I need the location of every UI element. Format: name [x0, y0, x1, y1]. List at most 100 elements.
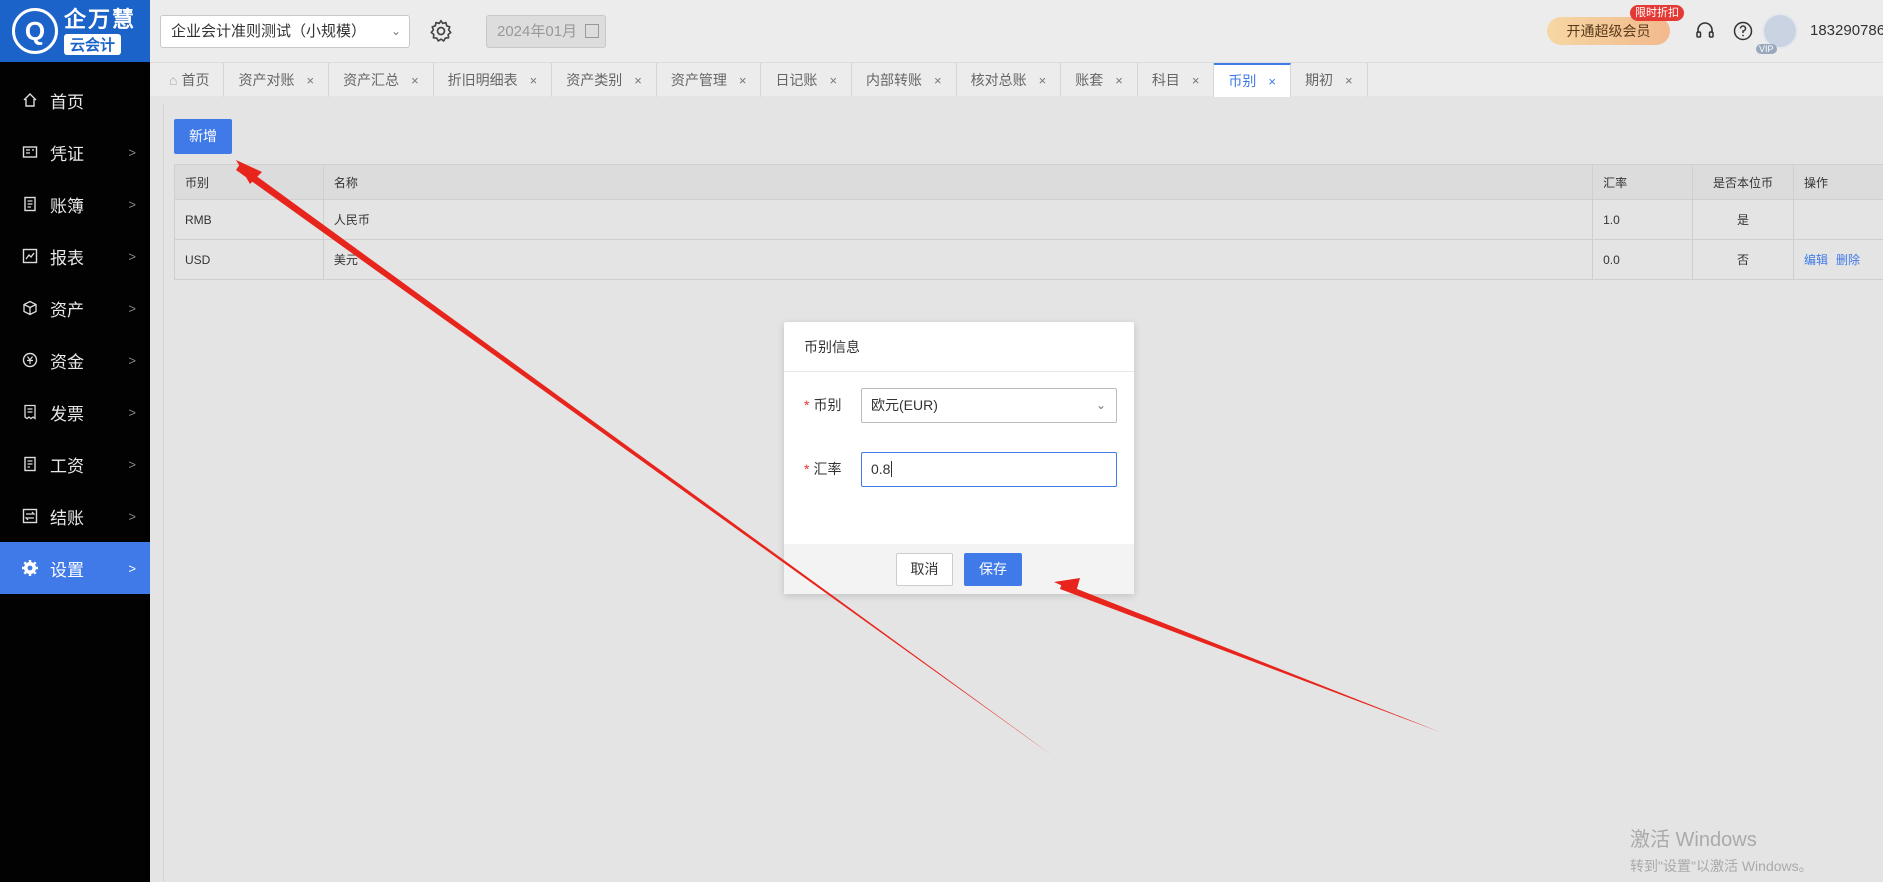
tab-internal-transfer[interactable]: 内部转账 ×: [852, 63, 957, 97]
tab-asset-management[interactable]: 资产管理 ×: [657, 63, 762, 97]
tab-label: 资产对账: [238, 72, 295, 88]
sidebar-item-settings[interactable]: 设置 >: [0, 542, 150, 594]
sidebar-item-label: 结账: [50, 508, 84, 528]
tab-asset-reconcile[interactable]: 资产对账 ×: [224, 63, 330, 97]
tab-asset-category[interactable]: 资产类别 ×: [552, 63, 657, 97]
sidebar-item-money[interactable]: 资金 >: [0, 334, 150, 386]
cell-name: 人民币: [322, 199, 1594, 240]
vip-button[interactable]: 开通超级会员: [1547, 17, 1670, 45]
tab-journal[interactable]: 日记账 ×: [761, 63, 853, 97]
close-icon[interactable]: ×: [1115, 73, 1123, 88]
tab-label: 期初: [1305, 72, 1333, 88]
cell-actions: 编辑 删除: [1793, 239, 1883, 280]
chevron-right-icon: >: [128, 300, 136, 316]
voucher-icon: [20, 142, 40, 162]
chevron-down-icon: ⌄: [1095, 398, 1106, 412]
tab-label: 科目: [1151, 72, 1180, 88]
close-icon[interactable]: ×: [739, 73, 747, 88]
text-cursor: [891, 461, 893, 477]
tab-bar: ⌂ 首页 资产对账 × 资产汇总 × 折旧明细表 × 资产类别 × 资产管理 × 日记账 × …: [150, 62, 1883, 97]
company-select-value: 企业会计准则测试（小规模）: [171, 23, 367, 40]
currency-table: 币别 名称 汇率 是否本位币 操作 RMB 人民币 1.0 是 USD 美元 0…: [174, 164, 1883, 280]
edit-link[interactable]: 编辑: [1804, 253, 1828, 267]
chevron-right-icon: >: [128, 144, 136, 160]
cancel-button[interactable]: 取消: [896, 553, 953, 586]
sidebar-item-report[interactable]: 报表 >: [0, 230, 150, 282]
money-icon: [20, 350, 40, 370]
close-icon[interactable]: ×: [411, 73, 419, 88]
ledger-icon: [20, 194, 40, 214]
logo-name: 企万慧: [64, 6, 137, 32]
sidebar-item-label: 凭证: [50, 144, 84, 164]
close-icon[interactable]: ×: [934, 73, 942, 88]
cell-name: 美元: [322, 239, 1594, 280]
rate-input[interactable]: 0.8: [861, 452, 1117, 487]
help-icon[interactable]: [1732, 20, 1754, 42]
sidebar-item-voucher[interactable]: 凭证 >: [0, 126, 150, 178]
sidebar-item-label: 首页: [50, 92, 84, 112]
tab-currency[interactable]: 币别 ×: [1214, 63, 1291, 97]
home-icon: ⌂: [169, 72, 178, 88]
add-button[interactable]: 新增: [174, 119, 232, 154]
column-header: 汇率: [1592, 164, 1694, 200]
period-picker[interactable]: 2024年01月: [486, 15, 606, 48]
sidebar-item-closing[interactable]: 结账 >: [0, 490, 150, 542]
close-icon[interactable]: ×: [1192, 73, 1200, 88]
user-phone[interactable]: 183290786: [1810, 22, 1883, 39]
sidebar-item-salary[interactable]: 工资 >: [0, 438, 150, 490]
sidebar-item-ledger[interactable]: 账簿 >: [0, 178, 150, 230]
headset-icon[interactable]: [1694, 20, 1716, 42]
tab-label: 首页: [181, 72, 210, 88]
close-icon[interactable]: ×: [829, 73, 837, 88]
tab-account-set[interactable]: 账套 ×: [1061, 63, 1138, 97]
cell-rate: 0.0: [1592, 239, 1694, 280]
rate-input-value: 0.8: [871, 461, 891, 477]
chevron-right-icon: >: [128, 196, 136, 212]
sidebar-item-home[interactable]: 首页: [0, 74, 150, 126]
sidebar-item-invoice[interactable]: 发票 >: [0, 386, 150, 438]
chevron-right-icon: >: [128, 248, 136, 264]
company-select[interactable]: 企业会计准则测试（小规模） ⌄: [160, 15, 410, 48]
tab-check-ledger[interactable]: 核对总账 ×: [957, 63, 1062, 97]
close-icon[interactable]: ×: [1268, 74, 1276, 89]
close-icon[interactable]: ×: [634, 73, 642, 88]
sidebar-item-label: 设置: [50, 560, 84, 580]
tab-subject[interactable]: 科目 ×: [1138, 63, 1215, 97]
sidebar-item-asset[interactable]: 资产 >: [0, 282, 150, 334]
closing-icon: [20, 506, 40, 526]
windows-activation-watermark: 激活 Windows 转到"设置"以激活 Windows。: [1630, 823, 1813, 876]
cell-actions: [1793, 199, 1883, 240]
save-button[interactable]: 保存: [964, 553, 1022, 586]
home-icon: [20, 90, 40, 110]
cell-code: RMB: [174, 199, 324, 240]
logo[interactable]: Q 企万慧 云会计: [0, 0, 150, 62]
invoice-icon: [20, 402, 40, 422]
chevron-right-icon: >: [128, 352, 136, 368]
period-value: 2024年01月: [497, 23, 578, 40]
rate-label-text: 汇率: [813, 461, 842, 477]
tab-home[interactable]: ⌂ 首页: [155, 63, 225, 97]
close-icon[interactable]: ×: [530, 73, 538, 88]
chevron-right-icon: >: [128, 508, 136, 524]
rate-field: * 汇率 0.8: [804, 452, 1117, 487]
tab-label: 内部转账: [866, 72, 923, 88]
chevron-right-icon: >: [128, 560, 136, 576]
close-icon[interactable]: ×: [1345, 73, 1353, 88]
close-icon[interactable]: ×: [1039, 73, 1047, 88]
column-header: 操作: [1793, 164, 1883, 200]
tab-asset-summary[interactable]: 资产汇总 ×: [329, 63, 434, 97]
tab-label: 日记账: [775, 72, 818, 88]
sidebar-item-label: 资产: [50, 300, 84, 320]
column-header: 币别: [174, 164, 324, 200]
currency-select[interactable]: 欧元(EUR) ⌄: [861, 388, 1117, 423]
tab-depreciation[interactable]: 折旧明细表 ×: [434, 63, 553, 97]
sidebar-item-label: 资金: [50, 352, 84, 372]
column-header: 名称: [322, 164, 1594, 200]
close-icon[interactable]: ×: [306, 73, 314, 88]
table-row: USD 美元 0.0 否 编辑 删除: [174, 239, 1883, 280]
tab-opening[interactable]: 期初 ×: [1291, 63, 1368, 97]
delete-link[interactable]: 删除: [1836, 253, 1860, 267]
cell-rate: 1.0: [1592, 199, 1694, 240]
gear-icon[interactable]: [428, 18, 454, 44]
tab-label: 核对总账: [970, 72, 1027, 88]
